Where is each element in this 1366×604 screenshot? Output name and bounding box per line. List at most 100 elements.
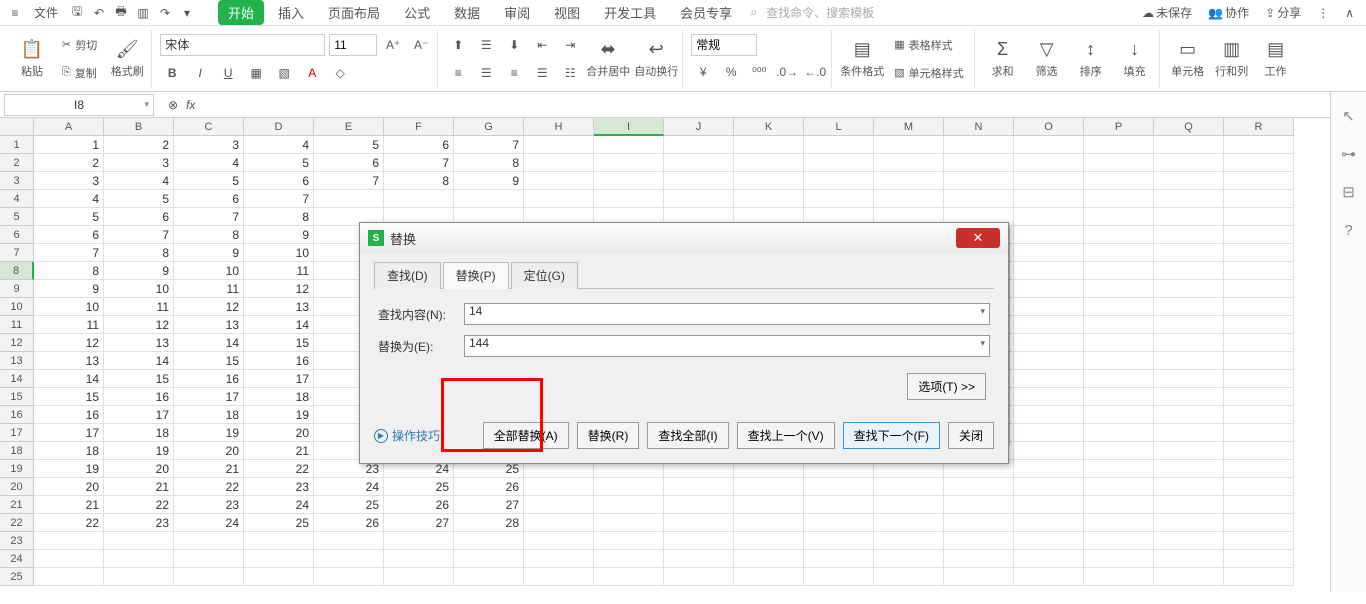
cell[interactable]	[1154, 370, 1224, 388]
border-icon[interactable]: ▦	[244, 61, 268, 85]
file-menu[interactable]: 文件	[28, 2, 64, 23]
cell[interactable]: 14	[174, 334, 244, 352]
cell[interactable]	[1154, 406, 1224, 424]
cut-button[interactable]: ✂ 剪切	[56, 33, 103, 57]
cell[interactable]: 7	[174, 208, 244, 226]
cell[interactable]: 23	[174, 496, 244, 514]
cell[interactable]: 7	[104, 226, 174, 244]
cell[interactable]	[734, 568, 804, 586]
row-header-3[interactable]: 3	[0, 172, 34, 190]
cell[interactable]: 17	[174, 388, 244, 406]
cell[interactable]	[944, 154, 1014, 172]
cell[interactable]	[314, 568, 384, 586]
cell[interactable]	[104, 550, 174, 568]
search-input[interactable]: 查找命令、搜索模板	[746, 4, 874, 21]
cell[interactable]	[594, 190, 664, 208]
cell[interactable]: 11	[34, 316, 104, 334]
cell[interactable]: 16	[174, 370, 244, 388]
cell[interactable]	[1014, 298, 1084, 316]
col-header-F[interactable]: F	[384, 118, 454, 136]
cell[interactable]	[384, 568, 454, 586]
cell[interactable]: 9	[454, 172, 524, 190]
cell[interactable]	[1014, 352, 1084, 370]
cell[interactable]: 21	[174, 460, 244, 478]
tab-insert[interactable]: 插入	[268, 0, 314, 25]
tab-dev[interactable]: 开发工具	[594, 0, 666, 25]
cell[interactable]	[524, 496, 594, 514]
sort-button[interactable]: ↕排序	[1071, 31, 1111, 87]
cell[interactable]	[594, 514, 664, 532]
cell[interactable]: 6	[34, 226, 104, 244]
cell[interactable]: 19	[174, 424, 244, 442]
italic-icon[interactable]: I	[188, 61, 212, 85]
cell[interactable]: 21	[104, 478, 174, 496]
cell[interactable]	[734, 550, 804, 568]
cell[interactable]: 12	[174, 298, 244, 316]
indent-dec-icon[interactable]: ⇤	[530, 33, 554, 57]
cell[interactable]	[1014, 496, 1084, 514]
col-header-C[interactable]: C	[174, 118, 244, 136]
align-left-icon[interactable]: ≡	[446, 61, 470, 85]
cell[interactable]	[944, 568, 1014, 586]
cell[interactable]: 4	[104, 172, 174, 190]
replace-button[interactable]: 替换(R)	[577, 422, 640, 449]
cell[interactable]	[384, 550, 454, 568]
align-center-icon[interactable]: ☰	[474, 61, 498, 85]
comma-icon[interactable]: ⁰⁰⁰	[747, 60, 771, 84]
cancel-entry-icon[interactable]: ⊗	[168, 98, 178, 112]
cell[interactable]	[1154, 154, 1224, 172]
cell[interactable]	[1084, 568, 1154, 586]
cell[interactable]: 20	[174, 442, 244, 460]
cell[interactable]	[1154, 226, 1224, 244]
cell[interactable]	[1014, 208, 1084, 226]
cell[interactable]	[1014, 514, 1084, 532]
cell[interactable]: 23	[104, 514, 174, 532]
cell[interactable]: 12	[104, 316, 174, 334]
col-header-A[interactable]: A	[34, 118, 104, 136]
cell[interactable]	[1224, 190, 1294, 208]
row-header-20[interactable]: 20	[0, 478, 34, 496]
cell[interactable]	[804, 172, 874, 190]
col-header-M[interactable]: M	[874, 118, 944, 136]
cell[interactable]: 8	[454, 154, 524, 172]
dec-inc-icon[interactable]: .0→	[775, 60, 799, 84]
increase-font-icon[interactable]: A⁺	[381, 33, 405, 57]
cell[interactable]: 28	[454, 514, 524, 532]
col-header-L[interactable]: L	[804, 118, 874, 136]
cell[interactable]: 10	[104, 280, 174, 298]
menu-icon[interactable]: ≡	[6, 4, 24, 22]
row-header-25[interactable]: 25	[0, 568, 34, 586]
sum-button[interactable]: Σ求和	[983, 31, 1023, 87]
cell[interactable]	[1154, 172, 1224, 190]
cell[interactable]: 20	[34, 478, 104, 496]
cell[interactable]: 14	[244, 316, 314, 334]
cell[interactable]	[1014, 478, 1084, 496]
cell[interactable]	[524, 154, 594, 172]
unsaved-indicator[interactable]: ☁ 未保存	[1136, 2, 1198, 23]
cell[interactable]	[734, 532, 804, 550]
col-header-H[interactable]: H	[524, 118, 594, 136]
cell[interactable]	[804, 478, 874, 496]
cell[interactable]	[524, 532, 594, 550]
col-header-E[interactable]: E	[314, 118, 384, 136]
cell[interactable]	[1154, 568, 1224, 586]
tab-layout[interactable]: 页面布局	[318, 0, 390, 25]
cell[interactable]: 9	[174, 244, 244, 262]
cell[interactable]	[944, 550, 1014, 568]
tools-icon[interactable]: ⊟	[1339, 182, 1359, 202]
col-header-K[interactable]: K	[734, 118, 804, 136]
cell[interactable]: 17	[34, 424, 104, 442]
cell[interactable]	[664, 514, 734, 532]
cell[interactable]	[874, 514, 944, 532]
format-painter-button[interactable]: 🖌格式刷	[107, 31, 147, 87]
cell[interactable]	[34, 532, 104, 550]
col-header-O[interactable]: O	[1014, 118, 1084, 136]
cell[interactable]	[1154, 388, 1224, 406]
col-header-G[interactable]: G	[454, 118, 524, 136]
cell[interactable]	[664, 154, 734, 172]
cell[interactable]	[1224, 172, 1294, 190]
cell[interactable]: 24	[174, 514, 244, 532]
cell[interactable]: 1	[34, 136, 104, 154]
cell[interactable]	[524, 514, 594, 532]
col-header-P[interactable]: P	[1084, 118, 1154, 136]
